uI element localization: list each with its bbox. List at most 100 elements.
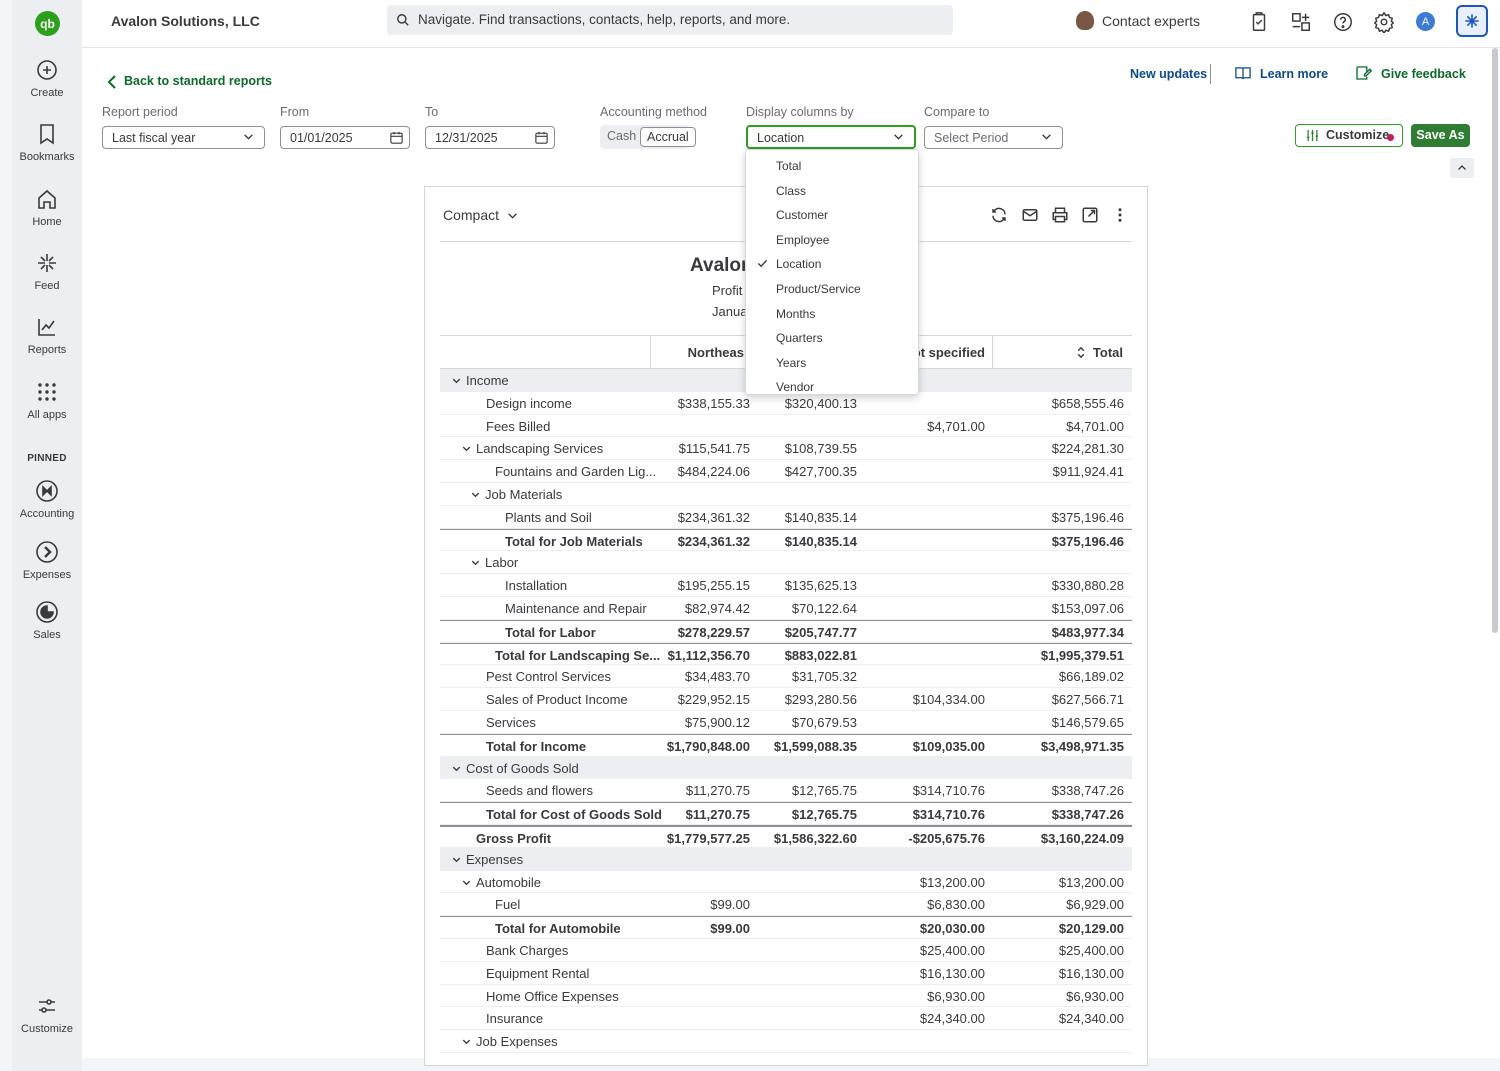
- row-value[interactable]: $1,779,577.25: [650, 831, 750, 846]
- from-date-input[interactable]: 01/01/2025: [280, 126, 410, 149]
- row-value[interactable]: $911,924.41: [1024, 464, 1124, 479]
- row-value[interactable]: $195,255.15: [650, 578, 750, 593]
- row-value[interactable]: $1,586,322.60: [757, 831, 857, 846]
- row-value[interactable]: $153,097.06: [1024, 601, 1124, 616]
- row-value[interactable]: $75,900.12: [650, 715, 750, 730]
- row-value[interactable]: $883,022.81: [757, 648, 857, 663]
- row-value[interactable]: $11,270.75: [650, 807, 750, 822]
- new-updates-link[interactable]: New updates: [1130, 67, 1207, 81]
- row-value[interactable]: $25,400.00: [885, 943, 985, 958]
- dropdown-option[interactable]: Product/Service: [746, 277, 918, 301]
- apps-switch-icon[interactable]: [1290, 11, 1312, 33]
- row-value[interactable]: $70,679.53: [757, 715, 857, 730]
- chevron-down-icon[interactable]: [461, 877, 472, 888]
- column-header-total[interactable]: Total: [992, 336, 1132, 368]
- row-value[interactable]: $13,200.00: [885, 875, 985, 890]
- dropdown-option[interactable]: Class: [746, 179, 918, 203]
- dropdown-option[interactable]: Employee: [746, 228, 918, 252]
- dropdown-option[interactable]: Location: [746, 252, 918, 276]
- row-value[interactable]: $1,599,088.35: [757, 739, 857, 754]
- dropdown-option[interactable]: Months: [746, 302, 918, 326]
- compact-view-select[interactable]: Compact: [443, 207, 517, 223]
- row-value[interactable]: $234,361.32: [650, 534, 750, 549]
- row-value[interactable]: $11,270.75: [650, 783, 750, 798]
- table-row[interactable]: Expenses: [440, 847, 1132, 871]
- save-as-button[interactable]: Save As: [1411, 124, 1470, 147]
- row-value[interactable]: $16,130.00: [1024, 966, 1124, 981]
- row-value[interactable]: $66,189.02: [1024, 669, 1124, 684]
- row-value[interactable]: $627,566.71: [1024, 692, 1124, 707]
- row-value[interactable]: $1,790,848.00: [650, 739, 750, 754]
- print-icon[interactable]: [1051, 206, 1069, 224]
- row-value[interactable]: $20,030.00: [885, 921, 985, 936]
- contact-experts-button[interactable]: Contact experts: [1076, 11, 1200, 30]
- dropdown-option[interactable]: Quarters: [746, 326, 918, 350]
- row-value[interactable]: $338,747.26: [1024, 807, 1124, 822]
- chevron-down-icon[interactable]: [451, 375, 462, 386]
- row-value[interactable]: $375,196.46: [1024, 510, 1124, 525]
- row-value[interactable]: $427,700.35: [757, 464, 857, 479]
- table-row[interactable]: Labor: [440, 551, 1132, 575]
- rail-accounting[interactable]: Accounting: [12, 479, 82, 520]
- cash-option[interactable]: Cash: [607, 129, 636, 143]
- dropdown-option[interactable]: Total: [746, 154, 918, 178]
- dropdown-option[interactable]: Vendor: [746, 375, 918, 399]
- to-date-input[interactable]: 12/31/2025: [425, 126, 555, 149]
- row-value[interactable]: $20,129.00: [1024, 921, 1124, 936]
- row-value[interactable]: $99.00: [650, 897, 750, 912]
- row-value[interactable]: $82,974.42: [650, 601, 750, 616]
- chevron-down-icon[interactable]: [451, 763, 462, 774]
- calendar-icon[interactable]: [534, 130, 549, 145]
- row-value[interactable]: $135,625.13: [757, 578, 857, 593]
- row-value[interactable]: $314,710.76: [885, 783, 985, 798]
- row-value[interactable]: $483,977.34: [1024, 625, 1124, 640]
- row-value[interactable]: $3,498,971.35: [1024, 739, 1124, 754]
- ai-assistant-button[interactable]: [1456, 5, 1488, 37]
- row-value[interactable]: -$205,675.76: [885, 831, 985, 846]
- row-value[interactable]: $484,224.06: [650, 464, 750, 479]
- row-value[interactable]: $31,705.32: [757, 669, 857, 684]
- quickbooks-logo[interactable]: qb: [35, 11, 60, 36]
- report-period-select[interactable]: Last fiscal year: [102, 126, 265, 149]
- table-row[interactable]: Job Materials: [440, 483, 1132, 506]
- accrual-option[interactable]: Accrual: [640, 127, 696, 147]
- dropdown-option[interactable]: Years: [746, 351, 918, 375]
- gear-icon[interactable]: [1373, 11, 1395, 33]
- table-row[interactable]: Landscaping Services $115,541.75 $108,739.…: [440, 437, 1132, 461]
- row-value[interactable]: $224,281.30: [1024, 441, 1124, 456]
- refresh-icon[interactable]: [990, 206, 1008, 224]
- row-value[interactable]: $1,112,356.70: [650, 648, 750, 663]
- row-value[interactable]: $12,765.75: [757, 807, 857, 822]
- row-value[interactable]: $6,929.00: [1024, 897, 1124, 912]
- row-value[interactable]: $375,196.46: [1024, 534, 1124, 549]
- rail-home[interactable]: Home: [12, 187, 82, 228]
- row-value[interactable]: $140,835.14: [757, 534, 857, 549]
- row-value[interactable]: $6,930.00: [1024, 989, 1124, 1004]
- row-value[interactable]: $104,334.00: [885, 692, 985, 707]
- row-value[interactable]: $1,995,379.51: [1024, 648, 1124, 663]
- row-value[interactable]: $12,765.75: [757, 783, 857, 798]
- column-header-northeast[interactable]: Northeas: [650, 336, 750, 368]
- row-value[interactable]: $278,229.57: [650, 625, 750, 640]
- table-row[interactable]: Cost of Goods Sold: [440, 756, 1132, 780]
- more-options-icon[interactable]: [1111, 206, 1129, 224]
- chevron-down-icon[interactable]: [470, 489, 481, 500]
- customize-button[interactable]: Customize: [1295, 124, 1403, 147]
- row-value[interactable]: $140,835.14: [757, 510, 857, 525]
- row-value[interactable]: $658,555.46: [1024, 396, 1124, 411]
- row-value[interactable]: $3,160,224.09: [1024, 831, 1124, 846]
- row-value[interactable]: $16,130.00: [885, 966, 985, 981]
- rail-sales[interactable]: Sales: [12, 600, 82, 641]
- collapse-filters-button[interactable]: [1450, 158, 1474, 178]
- row-value[interactable]: $109,035.00: [885, 739, 985, 754]
- table-row[interactable]: Job Expenses: [440, 1030, 1132, 1053]
- chevron-down-icon[interactable]: [451, 854, 462, 865]
- compare-to-select[interactable]: Select Period: [924, 126, 1063, 149]
- row-value[interactable]: $330,880.28: [1024, 578, 1124, 593]
- row-value[interactable]: $4,701.00: [1024, 419, 1124, 434]
- row-value[interactable]: $70,122.64: [757, 601, 857, 616]
- dropdown-option[interactable]: Customer: [746, 203, 918, 227]
- row-value[interactable]: $338,155.33: [650, 396, 750, 411]
- company-name[interactable]: Avalon Solutions, LLC: [111, 13, 260, 29]
- email-icon[interactable]: [1021, 206, 1039, 224]
